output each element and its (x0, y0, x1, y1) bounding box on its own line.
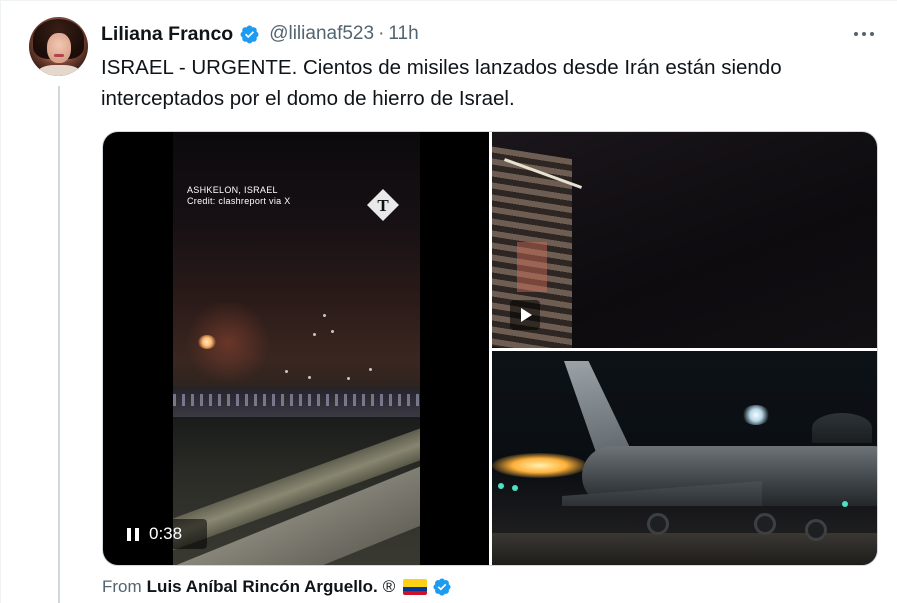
timestamp[interactable]: 11h (388, 23, 418, 45)
verified-badge-icon[interactable] (239, 24, 260, 45)
play-icon (521, 308, 532, 322)
video-location: ASHKELON, ISRAEL (187, 185, 278, 195)
runway-light (512, 485, 518, 491)
missile-speck (308, 376, 311, 379)
thread-line (58, 86, 60, 603)
landing-gear (647, 513, 669, 535)
avatar[interactable] (29, 17, 88, 76)
video-credit: Credit: clashreport via X (187, 196, 291, 206)
more-horizontal-icon-dot (862, 32, 866, 36)
building-warm-light (517, 242, 547, 292)
missile-speck (331, 330, 334, 333)
interception-flare (198, 335, 216, 349)
svg-text:T: T (377, 196, 389, 215)
hangar-light (742, 405, 770, 425)
media-grid: ASHKELON, ISRAEL Credit: clashreport via… (102, 131, 878, 566)
avatar-face (47, 33, 71, 63)
city-lights (173, 394, 420, 406)
afterburner (492, 453, 587, 478)
source-attribution: From Luis Aníbal Rincón Arguello. ® (102, 575, 452, 599)
pause-icon[interactable] (127, 527, 139, 541)
telegraph-logo-icon: T (367, 189, 399, 221)
tweet-text: ISRAEL - URGENTE. Cientos de misiles lan… (101, 56, 782, 110)
author-handle[interactable]: @lilianaf523 (269, 23, 374, 45)
more-horizontal-icon (854, 32, 858, 36)
author-name[interactable]: Liliana Franco (101, 23, 233, 46)
play-button[interactable] (510, 300, 540, 330)
landing-gear (805, 519, 827, 541)
runway-light (842, 501, 848, 507)
top-divider (0, 0, 897, 1)
missile-speck (323, 314, 326, 317)
missile-speck (347, 377, 350, 380)
missile-speck (313, 333, 316, 336)
media-thumbnail-building[interactable] (492, 132, 877, 348)
source-from-label: From (102, 577, 142, 596)
video-duration: 0:38 (149, 524, 183, 543)
media-image-jet[interactable] (492, 351, 877, 565)
source-name[interactable]: Luis Aníbal Rincón Arguello. (147, 577, 378, 597)
video-caption: ASHKELON, ISRAEL Credit: clashreport via… (187, 185, 291, 207)
video-time-pill[interactable]: 0:38 (115, 519, 207, 549)
video-player[interactable]: ASHKELON, ISRAEL Credit: clashreport via… (103, 132, 489, 565)
missile-speck (369, 368, 372, 371)
left-divider (0, 0, 1, 603)
tweet-header: Liliana Franco @lilianaf523 · 11h (101, 22, 419, 46)
separator-dot: · (378, 23, 385, 44)
avatar-mouth (54, 54, 64, 57)
more-horizontal-icon-dot (870, 32, 874, 36)
landing-gear (754, 513, 776, 535)
night-glow (183, 302, 273, 382)
registered-mark: ® (382, 577, 396, 596)
verified-badge-icon (433, 578, 451, 596)
more-options-button[interactable] (849, 22, 879, 46)
jet-canopy (812, 413, 872, 443)
runway-light (498, 483, 504, 489)
colombia-flag-icon (403, 579, 428, 595)
missile-speck (285, 370, 288, 373)
avatar-shirt (37, 65, 81, 76)
